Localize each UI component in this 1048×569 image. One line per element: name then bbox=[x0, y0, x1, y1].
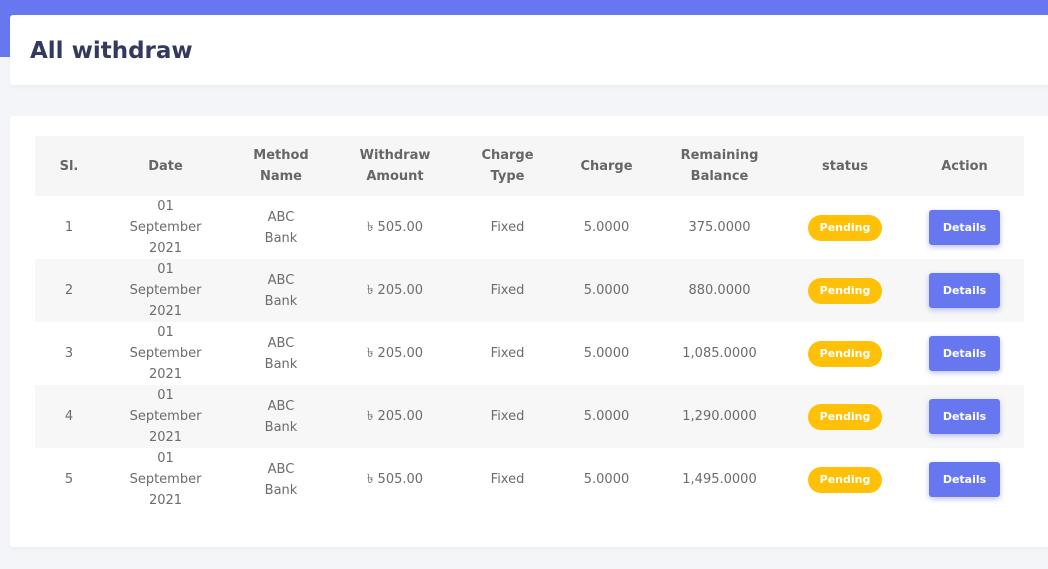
cell-remaining: 375.0000 bbox=[688, 220, 751, 235]
details-button[interactable]: Details bbox=[928, 399, 1001, 434]
cell-remaining: 1,290.0000 bbox=[682, 409, 757, 424]
cell-date: 01 September 2021 bbox=[129, 199, 202, 256]
cell-charge: 5.0000 bbox=[583, 220, 630, 235]
status-badge: Pending bbox=[807, 340, 883, 367]
cell-remaining: 1,085.0000 bbox=[682, 346, 757, 361]
cell-charge: 5.0000 bbox=[583, 409, 630, 424]
cell-sl: 5 bbox=[64, 472, 74, 487]
status-badge: Pending bbox=[807, 214, 883, 241]
cell-charge-type: Fixed bbox=[490, 283, 525, 298]
col-header-status: status bbox=[822, 158, 868, 174]
col-header-method-name: Method Name bbox=[253, 148, 309, 184]
cell-charge-type: Fixed bbox=[490, 346, 525, 361]
cell-remaining: 1,495.0000 bbox=[682, 472, 757, 487]
table-row: 3 01 September 2021 ABC Bank ৳ 205.00 Fixed… bbox=[35, 322, 1024, 385]
table-row: 5 01 September 2021 ABC Bank ৳ 505.00 Fixed… bbox=[35, 448, 1024, 511]
withdraw-table: Sl. Date Method Name Withdraw Amount Charg… bbox=[35, 136, 1024, 511]
cell-sl: 3 bbox=[64, 346, 74, 361]
col-header-action: Action bbox=[941, 158, 988, 174]
cell-date: 01 September 2021 bbox=[129, 388, 202, 445]
cell-amount: ৳ 505.00 bbox=[366, 220, 424, 235]
cell-method: ABC Bank bbox=[264, 335, 298, 372]
cell-date: 01 September 2021 bbox=[129, 262, 202, 319]
col-header-sl: Sl. bbox=[59, 158, 79, 174]
cell-date: 01 September 2021 bbox=[129, 451, 202, 508]
table-header-row: Sl. Date Method Name Withdraw Amount Charg… bbox=[35, 136, 1024, 196]
cell-sl: 2 bbox=[64, 283, 74, 298]
table-row: 2 01 September 2021 ABC Bank ৳ 205.00 Fixed… bbox=[35, 259, 1024, 322]
cell-charge: 5.0000 bbox=[583, 283, 630, 298]
cell-sl: 1 bbox=[64, 220, 74, 235]
cell-method: ABC Bank bbox=[264, 209, 298, 246]
cell-method: ABC Bank bbox=[264, 272, 298, 309]
cell-amount: ৳ 205.00 bbox=[366, 409, 424, 424]
cell-charge: 5.0000 bbox=[583, 472, 630, 487]
page-title-card: All withdraw bbox=[10, 15, 1048, 85]
cell-charge-type: Fixed bbox=[490, 220, 525, 235]
details-button[interactable]: Details bbox=[928, 210, 1001, 245]
cell-amount: ৳ 505.00 bbox=[366, 472, 424, 487]
cell-sl: 4 bbox=[64, 409, 74, 424]
col-header-remaining-balance: Remaining Balance bbox=[680, 148, 759, 184]
details-button[interactable]: Details bbox=[928, 273, 1001, 308]
table-row: 1 01 September 2021 ABC Bank ৳ 505.00 Fixed… bbox=[35, 196, 1024, 259]
cell-charge-type: Fixed bbox=[490, 409, 525, 424]
status-badge: Pending bbox=[807, 466, 883, 493]
col-header-date: Date bbox=[148, 158, 183, 174]
col-header-charge-type: Charge Type bbox=[481, 148, 534, 184]
cell-method: ABC Bank bbox=[264, 398, 298, 435]
cell-charge: 5.0000 bbox=[583, 346, 630, 361]
cell-amount: ৳ 205.00 bbox=[366, 346, 424, 361]
cell-remaining: 880.0000 bbox=[688, 283, 751, 298]
cell-charge-type: Fixed bbox=[490, 472, 525, 487]
status-badge: Pending bbox=[807, 403, 883, 430]
col-header-charge: Charge bbox=[580, 158, 633, 174]
details-button[interactable]: Details bbox=[928, 336, 1001, 371]
details-button[interactable]: Details bbox=[928, 462, 1001, 497]
col-header-withdraw-amount: Withdraw Amount bbox=[359, 148, 431, 184]
cell-amount: ৳ 205.00 bbox=[366, 283, 424, 298]
cell-date: 01 September 2021 bbox=[129, 325, 202, 382]
cell-method: ABC Bank bbox=[264, 461, 298, 498]
withdraw-table-card: Sl. Date Method Name Withdraw Amount Charg… bbox=[10, 116, 1048, 547]
page-title: All withdraw bbox=[30, 38, 193, 64]
status-badge: Pending bbox=[807, 277, 883, 304]
table-row: 4 01 September 2021 ABC Bank ৳ 205.00 Fixed… bbox=[35, 385, 1024, 448]
